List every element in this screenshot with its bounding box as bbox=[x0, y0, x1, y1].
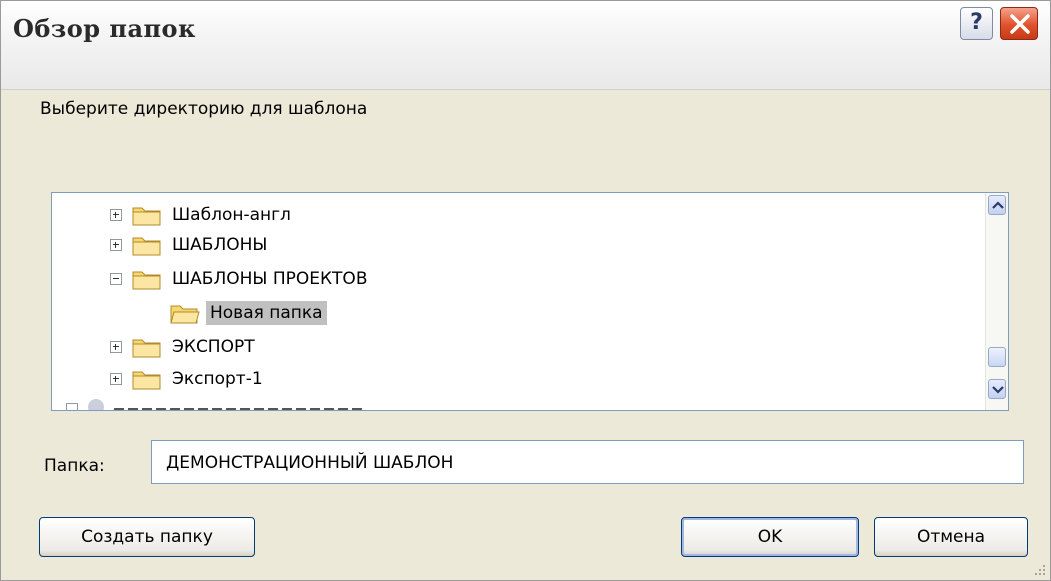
scroll-up-button[interactable] bbox=[988, 195, 1006, 215]
folder-icon bbox=[132, 371, 161, 390]
expand-icon[interactable] bbox=[110, 209, 122, 221]
tree-scrollbar[interactable] bbox=[985, 193, 1008, 410]
tree-item-partial bbox=[66, 399, 406, 410]
tree-item-label: ШАБЛОНЫ bbox=[172, 235, 268, 255]
folder-icon bbox=[132, 339, 161, 358]
resize-grip-icon[interactable] bbox=[1032, 562, 1046, 576]
tree-item[interactable]: Шаблон-англ bbox=[110, 201, 295, 229]
folder-icon bbox=[132, 237, 161, 256]
open-folder-icon bbox=[170, 305, 200, 324]
create-folder-button[interactable]: Создать папку bbox=[39, 517, 255, 557]
expand-icon[interactable] bbox=[110, 373, 122, 385]
title-bar[interactable]: Обзор папок ? bbox=[1, 1, 1050, 90]
folder-icon bbox=[132, 271, 161, 290]
folder-tree[interactable]: Шаблон-англ ШАБЛОНЫ ШАБЛОНЫ ПРОЕКТОВ Нов… bbox=[51, 192, 1009, 411]
folder-field-label: Папка: bbox=[44, 456, 105, 476]
close-button[interactable] bbox=[1000, 7, 1038, 40]
tree-item-label: ШАБЛОНЫ ПРОЕКТОВ bbox=[172, 269, 368, 289]
tree-item[interactable]: Экспорт-1 bbox=[110, 365, 267, 393]
tree-item-label: Экспорт-1 bbox=[172, 369, 263, 389]
scroll-down-button[interactable] bbox=[988, 379, 1006, 399]
expand-icon[interactable] bbox=[110, 239, 122, 251]
tree-item-selected[interactable]: Новая папка bbox=[170, 299, 327, 327]
close-icon bbox=[1010, 14, 1030, 34]
folder-icon bbox=[132, 207, 161, 226]
tree-item-label: ЭКСПОРТ bbox=[172, 337, 255, 357]
collapse-icon[interactable] bbox=[110, 273, 122, 285]
dialog-title: Обзор папок bbox=[13, 14, 196, 43]
tree-item[interactable]: ШАБЛОНЫ bbox=[110, 231, 271, 259]
chevron-up-icon bbox=[992, 201, 1004, 209]
help-button[interactable]: ? bbox=[960, 7, 993, 40]
cancel-button[interactable]: Отмена bbox=[874, 517, 1028, 557]
tree-item[interactable]: ЭКСПОРТ bbox=[110, 333, 259, 361]
tree-item-label: Шаблон-англ bbox=[172, 205, 291, 225]
expand-icon[interactable] bbox=[110, 341, 122, 353]
browse-folders-dialog: Обзор папок ? Выберите директорию для ша… bbox=[0, 0, 1051, 581]
scroll-thumb[interactable] bbox=[988, 347, 1006, 367]
tree-item-label: Новая папка bbox=[206, 301, 327, 325]
ok-button[interactable]: OK bbox=[681, 517, 859, 557]
folder-name-input[interactable]: ДЕМОНСТРАЦИОННЫЙ ШАБЛОН bbox=[151, 440, 1024, 484]
dialog-prompt: Выберите директорию для шаблона bbox=[40, 99, 368, 119]
tree-item[interactable]: ШАБЛОНЫ ПРОЕКТОВ bbox=[110, 265, 371, 293]
chevron-down-icon bbox=[992, 386, 1004, 394]
